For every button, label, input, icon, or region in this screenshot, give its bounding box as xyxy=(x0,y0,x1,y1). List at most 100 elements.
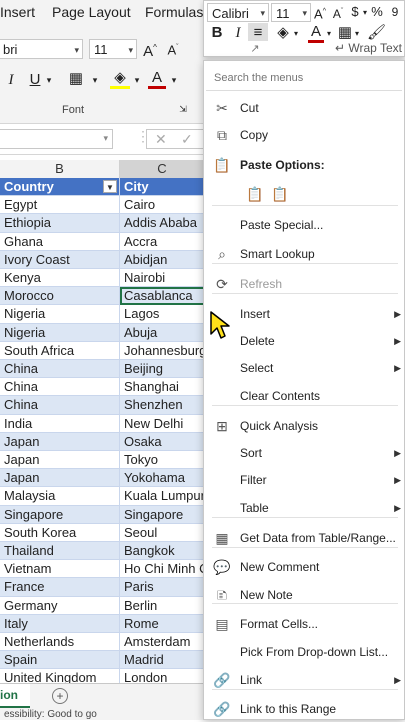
menu-item-new-note[interactable]: 🗈 New Note xyxy=(204,582,404,608)
paint-format-icon[interactable]: 🖌 xyxy=(367,23,386,43)
chevron-down-icon[interactable]: ▾ xyxy=(132,70,142,90)
decrease-font-icon[interactable]: Aˇ xyxy=(164,38,182,60)
currency-icon[interactable]: $ xyxy=(348,2,362,22)
mini-font-name-combo[interactable]: Calibri ▾ xyxy=(207,3,269,22)
borders-icon[interactable]: ▦ xyxy=(66,69,86,89)
paste-values-icon[interactable]: 📋 xyxy=(271,186,289,204)
menu-search-input[interactable] xyxy=(212,68,396,88)
header-cell-city[interactable]: City xyxy=(120,178,205,197)
header-cell-country[interactable]: Country ▼ xyxy=(0,178,120,197)
cell-country[interactable]: United Kingdom xyxy=(0,669,120,683)
cell-city[interactable]: London xyxy=(120,669,205,683)
menu-item-sort[interactable]: Sort ▶ xyxy=(204,440,404,466)
cell-city[interactable]: Casablanca xyxy=(120,287,205,306)
menu-item-smart-lookup[interactable]: ⌕ Smart Lookup xyxy=(204,241,404,267)
menu-item-insert[interactable]: Insert ▶ xyxy=(204,301,404,327)
cell-country[interactable]: Ghana xyxy=(0,232,120,251)
cell-country[interactable]: South Africa xyxy=(0,341,120,360)
cell-city[interactable]: Rome xyxy=(120,614,205,633)
bold-icon[interactable]: B xyxy=(210,23,224,43)
cell-country[interactable]: China xyxy=(0,396,120,415)
cell-city[interactable]: Kuala Lumpur xyxy=(120,487,205,506)
cell-country[interactable]: India xyxy=(0,414,120,433)
menu-item-link[interactable]: 🔗 Link ▶ xyxy=(204,667,404,693)
cell-city[interactable]: Singapore xyxy=(120,505,205,524)
cell-city[interactable]: Cairo xyxy=(120,196,205,215)
menu-item-refresh[interactable]: ⟳ Refresh xyxy=(204,271,404,297)
cell-country[interactable]: France xyxy=(0,578,120,597)
cell-city[interactable]: Berlin xyxy=(120,597,205,615)
cell-city[interactable]: Tokyo xyxy=(120,451,205,470)
font-name-combo[interactable]: bri ▾ xyxy=(0,39,83,59)
cell-city[interactable]: Osaka xyxy=(120,432,205,451)
comma-style-icon[interactable]: 9 xyxy=(388,2,402,22)
cell-city[interactable]: Accra xyxy=(120,233,205,251)
borders-icon[interactable]: ▦ xyxy=(337,23,353,43)
menu-item-link-to-this-range[interactable]: 🔗 Link to this Range xyxy=(204,696,404,722)
menu-item-quick-analysis[interactable]: ⊞ Quick Analysis xyxy=(204,413,404,439)
cell-city[interactable]: Madrid xyxy=(120,651,205,670)
cell-city[interactable]: Seoul xyxy=(120,524,205,542)
column-header-c[interactable]: C xyxy=(120,160,205,178)
cell-country[interactable]: Nigeria xyxy=(0,323,120,342)
cell-country[interactable]: Japan xyxy=(0,451,120,470)
column-header-b[interactable]: B xyxy=(0,160,120,178)
mini-font-size-combo[interactable]: 11 ▾ xyxy=(271,3,311,22)
cell-city[interactable]: Shanghai xyxy=(120,378,205,397)
font-color-icon[interactable]: A xyxy=(308,22,324,43)
decrease-font-icon[interactable]: Aˇ xyxy=(331,2,345,24)
cell-city[interactable]: Lagos xyxy=(120,305,205,324)
cancel-icon[interactable]: ✕ xyxy=(155,131,167,148)
enter-icon[interactable]: ✓ xyxy=(181,131,193,148)
cell-country[interactable]: China xyxy=(0,378,120,397)
cell-country[interactable]: Ethiopia xyxy=(0,214,120,233)
increase-font-icon[interactable]: A^ xyxy=(313,2,327,24)
cell-city[interactable]: Bangkok xyxy=(120,542,205,561)
font-color-icon[interactable]: A xyxy=(148,68,166,89)
menu-item-filter[interactable]: Filter ▶ xyxy=(204,467,404,493)
menu-item-select[interactable]: Select ▶ xyxy=(204,355,404,381)
cell-country[interactable]: Nigeria xyxy=(0,305,120,324)
chevron-down-icon[interactable]: ▾ xyxy=(361,3,369,23)
fill-color-icon[interactable]: ◈ xyxy=(274,23,292,43)
menu-item-format-cells[interactable]: ▤ Format Cells... xyxy=(204,611,404,637)
percent-icon[interactable]: % xyxy=(370,2,384,22)
cell-country[interactable]: Japan xyxy=(0,432,120,451)
cell-city[interactable]: Addis Ababa xyxy=(120,214,205,233)
cell-country[interactable]: Morocco xyxy=(0,287,120,306)
cell-city[interactable]: Beijing xyxy=(120,360,205,379)
underline-icon[interactable]: U xyxy=(28,70,42,90)
cell-country[interactable]: Singapore xyxy=(0,505,120,524)
cell-country[interactable]: Malaysia xyxy=(0,487,120,506)
menu-item-get-data-from-table-range[interactable]: ▦ Get Data from Table/Range... xyxy=(204,525,404,551)
cell-country[interactable]: Germany xyxy=(0,596,120,615)
cell-country[interactable]: Ivory Coast xyxy=(0,250,120,269)
tab-insert[interactable]: Insert xyxy=(0,4,35,20)
tab-page-layout[interactable]: Page Layout xyxy=(52,4,131,20)
dialog-launcher-icon[interactable]: ⇲ xyxy=(178,103,188,115)
font-size-combo[interactable]: 11 ▾ xyxy=(89,39,137,59)
fill-color-icon[interactable]: ◈ xyxy=(110,68,130,89)
cell-city[interactable]: Yokohama xyxy=(120,469,205,488)
paste-keep-format-icon[interactable]: 📋 xyxy=(246,186,264,204)
cell-country[interactable]: South Korea xyxy=(0,523,120,542)
cell-city[interactable]: Johannesburg xyxy=(120,342,205,360)
orientation-icon[interactable]: ↗ xyxy=(244,39,266,59)
menu-item-cut[interactable]: ✂ Cut xyxy=(204,95,404,121)
filter-dropdown-icon[interactable]: ▼ xyxy=(103,180,117,193)
menu-item-pick-from-drop-down-list[interactable]: Pick From Drop-down List... xyxy=(204,639,404,665)
italic-icon[interactable]: I xyxy=(231,23,245,43)
cell-city[interactable]: Paris xyxy=(120,578,205,597)
wrap-text-button[interactable]: ↵ Wrap Text xyxy=(335,41,402,55)
italic-icon[interactable]: I xyxy=(4,70,18,90)
cell-country[interactable]: Japan xyxy=(0,469,120,488)
cell-country[interactable]: Spain xyxy=(0,651,120,670)
add-sheet-icon[interactable]: + xyxy=(52,688,68,704)
cell-country[interactable]: Thailand xyxy=(0,542,120,561)
tab-formulas[interactable]: Formulas xyxy=(145,4,203,20)
increase-font-icon[interactable]: A^ xyxy=(141,38,159,62)
menu-search[interactable] xyxy=(206,63,402,91)
chevron-down-icon[interactable]: ▾ xyxy=(90,70,100,90)
chevron-down-icon[interactable]: ▾ xyxy=(292,24,300,44)
cell-city[interactable]: New Delhi xyxy=(120,415,205,433)
